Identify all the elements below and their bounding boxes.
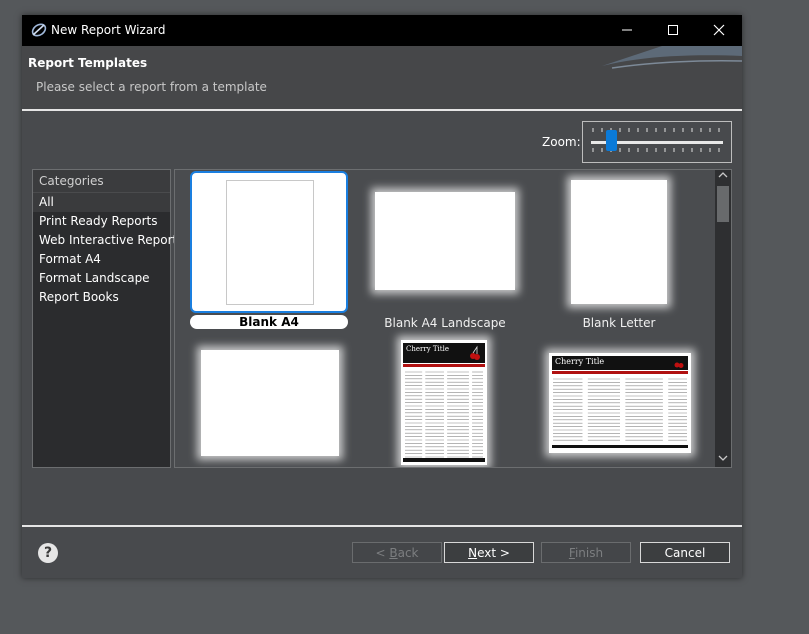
- categories-list: Categories All Print Ready Reports Web I…: [32, 169, 183, 468]
- close-button[interactable]: [696, 15, 742, 46]
- back-mnemonic: B: [389, 546, 398, 560]
- cherry-icon: [470, 345, 480, 360]
- category-item-format-landscape[interactable]: Format Landscape: [33, 269, 170, 288]
- template-thumbnail: [375, 192, 515, 290]
- finish-button[interactable]: Finish: [541, 542, 631, 563]
- back-prefix: <: [375, 546, 390, 560]
- eclipse-birt-icon: [31, 23, 47, 37]
- wizard-header: Report Templates Please select a report …: [22, 46, 742, 109]
- template-thumbnail: Cherry Title: [401, 340, 487, 465]
- template-thumbnail: [571, 180, 667, 304]
- minimize-button[interactable]: [604, 15, 650, 46]
- new-report-wizard-dialog: New Report Wizard Report Templates Pleas…: [22, 15, 742, 578]
- zoom-slider[interactable]: [582, 121, 732, 163]
- minimize-icon: [622, 29, 632, 31]
- cherry-icon: [674, 362, 684, 368]
- preview-footer-bar: [552, 445, 688, 448]
- category-item-web-interactive-reports[interactable]: Web Interactive Reports: [33, 231, 183, 250]
- help-icon[interactable]: ?: [38, 543, 58, 563]
- scroll-down-arrow[interactable]: [715, 453, 731, 467]
- templates-scrollbar[interactable]: [715, 170, 731, 467]
- zoom-thumb[interactable]: [606, 130, 618, 151]
- categories-header: Categories: [33, 170, 170, 193]
- scroll-up-arrow[interactable]: [715, 170, 731, 184]
- header-divider: [22, 109, 742, 111]
- category-item-format-a4[interactable]: Format A4: [33, 250, 170, 269]
- next-mnemonic: N: [468, 546, 478, 560]
- next-rest: ext >: [477, 546, 510, 560]
- page-title: Report Templates: [28, 56, 148, 70]
- window-title: New Report Wizard: [51, 23, 166, 37]
- preview-table-lines: [553, 378, 687, 441]
- cancel-button[interactable]: Cancel: [640, 542, 730, 563]
- preview-title: Cherry Title: [555, 357, 605, 366]
- preview-footer-bar: [403, 458, 485, 462]
- template-selection-frame: [190, 171, 348, 313]
- scrollbar-thumb[interactable]: [717, 186, 729, 222]
- template-thumbnail: [201, 350, 339, 456]
- template-thumbnail: [226, 180, 314, 305]
- footer-divider: [22, 525, 742, 527]
- back-button[interactable]: < Back: [352, 542, 442, 563]
- preview-title-bar: Cherry Title: [552, 356, 688, 370]
- template-thumbnail: Cherry Title: [549, 353, 691, 453]
- preview-title: Cherry Title: [406, 345, 449, 353]
- page-subtitle: Please select a report from a template: [36, 80, 267, 94]
- maximize-button[interactable]: [650, 15, 696, 46]
- finish-rest: inish: [574, 546, 604, 560]
- preview-title-bar: Cherry Title: [403, 343, 485, 363]
- chevron-up-icon: [718, 172, 728, 178]
- title-bar[interactable]: New Report Wizard: [22, 15, 742, 46]
- preview-red-rule: [552, 371, 688, 374]
- maximize-icon: [668, 25, 678, 35]
- category-item-all[interactable]: All: [33, 193, 170, 212]
- template-label: Blank A4: [190, 315, 348, 329]
- category-item-report-books[interactable]: Report Books: [33, 288, 170, 307]
- close-icon: [713, 24, 725, 36]
- category-item-print-ready-reports[interactable]: Print Ready Reports: [33, 212, 170, 231]
- template-label: Blank Letter: [582, 316, 656, 330]
- preview-table-lines: [405, 371, 483, 458]
- template-label: Blank A4 Landscape: [384, 316, 506, 330]
- header-banner-graphic: [602, 46, 742, 69]
- zoom-label: Zoom:: [542, 135, 581, 149]
- preview-red-rule: [403, 364, 485, 367]
- next-button[interactable]: Next >: [444, 542, 534, 563]
- templates-gallery: Blank A4 Blank A4 Landscape Blank Letter…: [174, 169, 732, 468]
- chevron-down-icon: [718, 455, 728, 461]
- back-rest: ack: [397, 546, 419, 560]
